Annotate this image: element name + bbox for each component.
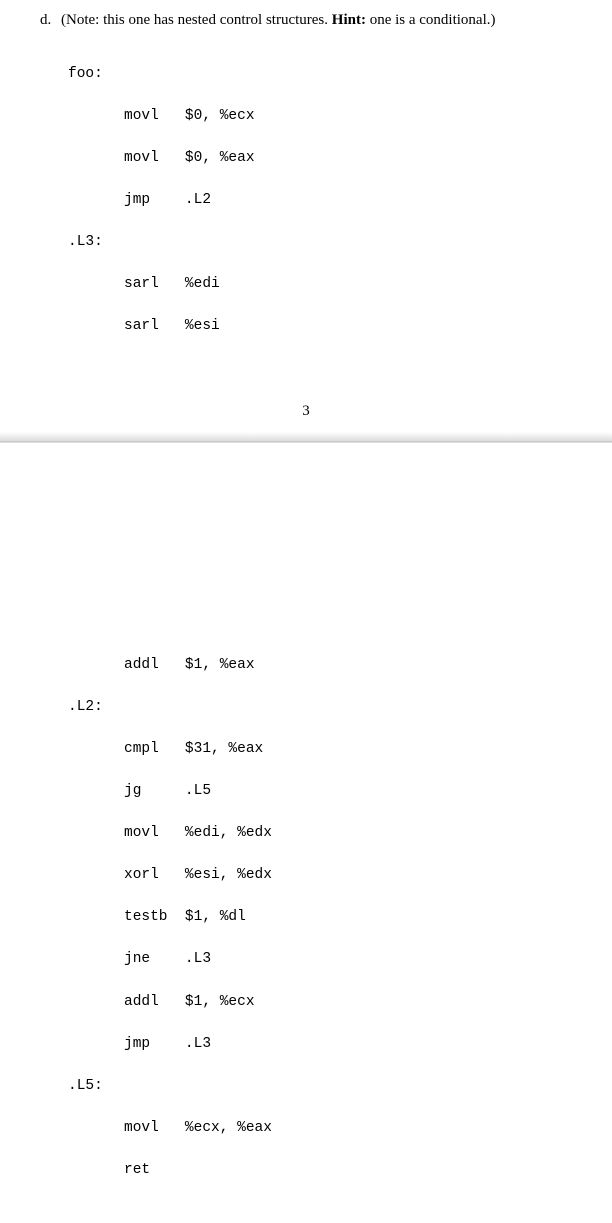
instr-addl-ecx: addl $1, %ecx	[68, 992, 572, 1013]
label-foo: foo:	[68, 64, 572, 85]
instr-movl-eax: movl $0, %eax	[68, 148, 572, 169]
instr-movl-ecx: movl $0, %ecx	[68, 106, 572, 127]
note-text: (Note: this one has nested control struc…	[61, 12, 332, 28]
label-l2: .L2:	[68, 697, 572, 718]
instr-sarl-edi: sarl %edi	[68, 274, 572, 295]
list-letter: d.	[40, 12, 51, 28]
hint-text: one is a conditional.)	[366, 12, 496, 28]
instr-xorl: xorl %esi, %edx	[68, 865, 572, 886]
label-l3: .L3:	[68, 232, 572, 253]
page-number: 3	[0, 403, 612, 420]
code-listing-bottom: addl $1, %eax .L2: cmpl $31, %eax jg .L5…	[68, 634, 572, 1222]
page-content-bottom: addl $1, %eax .L2: cmpl $31, %eax jg .L5…	[0, 622, 612, 1222]
instr-addl-eax: addl $1, %eax	[68, 655, 572, 676]
page-content: d. (Note: this one has nested control st…	[0, 0, 612, 379]
code-listing-top: foo: movl $0, %ecx movl $0, %eax jmp .L2…	[68, 43, 572, 379]
instr-jmp-l3: jmp .L3	[68, 1034, 572, 1055]
instr-jmp-l2: jmp .L2	[68, 190, 572, 211]
hint-label: Hint:	[332, 12, 366, 28]
label-l5: .L5:	[68, 1076, 572, 1097]
instr-testb: testb $1, %dl	[68, 907, 572, 928]
instr-movl-ecx-eax: movl %ecx, %eax	[68, 1118, 572, 1139]
page-divider	[0, 432, 612, 452]
question-prompt: d. (Note: this one has nested control st…	[40, 12, 572, 29]
instr-ret: ret	[68, 1160, 572, 1181]
instr-cmpl: cmpl $31, %eax	[68, 739, 572, 760]
instr-jg: jg .L5	[68, 781, 572, 802]
instr-movl-edx: movl %edi, %edx	[68, 823, 572, 844]
instr-jne: jne .L3	[68, 949, 572, 970]
instr-sarl-esi: sarl %esi	[68, 316, 572, 337]
